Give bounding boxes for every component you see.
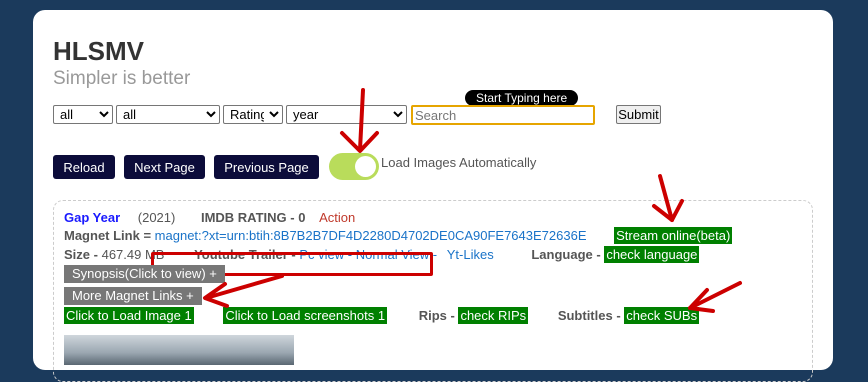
imdb-rating: IMDB RATING - 0 (200, 210, 306, 225)
genre-select[interactable]: all (116, 105, 220, 124)
magnet-link[interactable]: magnet:?xt=urn:btih:8B7B2B7DF4D2280D4702… (155, 228, 587, 243)
check-rips-button[interactable]: check RIPs (458, 307, 529, 324)
language-label: Language - (531, 247, 601, 262)
stream-online-button[interactable]: Stream online(beta) (614, 227, 733, 244)
subtitles-label: Subtitles - (557, 308, 621, 323)
reload-button[interactable]: Reload (53, 155, 115, 179)
next-page-button[interactable]: Next Page (124, 155, 205, 179)
load-images-toggle[interactable] (329, 153, 379, 180)
rips-label: Rips - (418, 308, 455, 323)
toggle-knob (355, 156, 376, 177)
check-language-button[interactable]: check language (604, 246, 700, 263)
synopsis-button[interactable]: Synopsis(Click to view) + (64, 265, 225, 283)
load-image-button[interactable]: Click to Load Image 1 (64, 307, 194, 324)
year-select[interactable]: year (286, 105, 407, 124)
movie-title[interactable]: Gap Year (64, 210, 120, 225)
size-label: Size - (64, 247, 98, 262)
rating-select[interactable]: Rating (223, 105, 283, 124)
trailer-separator-2: - (432, 247, 438, 262)
toggle-label: Load Images Automatically (381, 155, 537, 170)
submit-button[interactable]: Submit (616, 105, 661, 124)
check-subs-button[interactable]: check SUBs (624, 307, 700, 324)
search-tooltip: Start Typing here (465, 90, 579, 106)
more-magnet-links-button[interactable]: More Magnet Links + (64, 287, 202, 305)
load-screenshots-button[interactable]: Click to Load screenshots 1 (223, 307, 388, 324)
site-subtitle: Simpler is better (53, 68, 191, 89)
main-card: HLSMV Simpler is better Start Typing her… (33, 10, 833, 382)
previous-page-button[interactable]: Previous Page (214, 155, 319, 179)
magnet-label: Magnet Link = (64, 228, 152, 243)
movie-card: Gap Year (2021) IMDB RATING - 0 Action M… (53, 200, 813, 382)
yt-likes-link[interactable]: Yt-Likes (447, 247, 494, 262)
movie-genre: Action (319, 210, 356, 225)
site-title: HLSMV (53, 36, 144, 66)
movie-year: (2021) (137, 210, 176, 225)
movie-poster-image (64, 335, 294, 365)
search-input[interactable] (411, 105, 595, 125)
category-select[interactable]: all (53, 105, 113, 124)
